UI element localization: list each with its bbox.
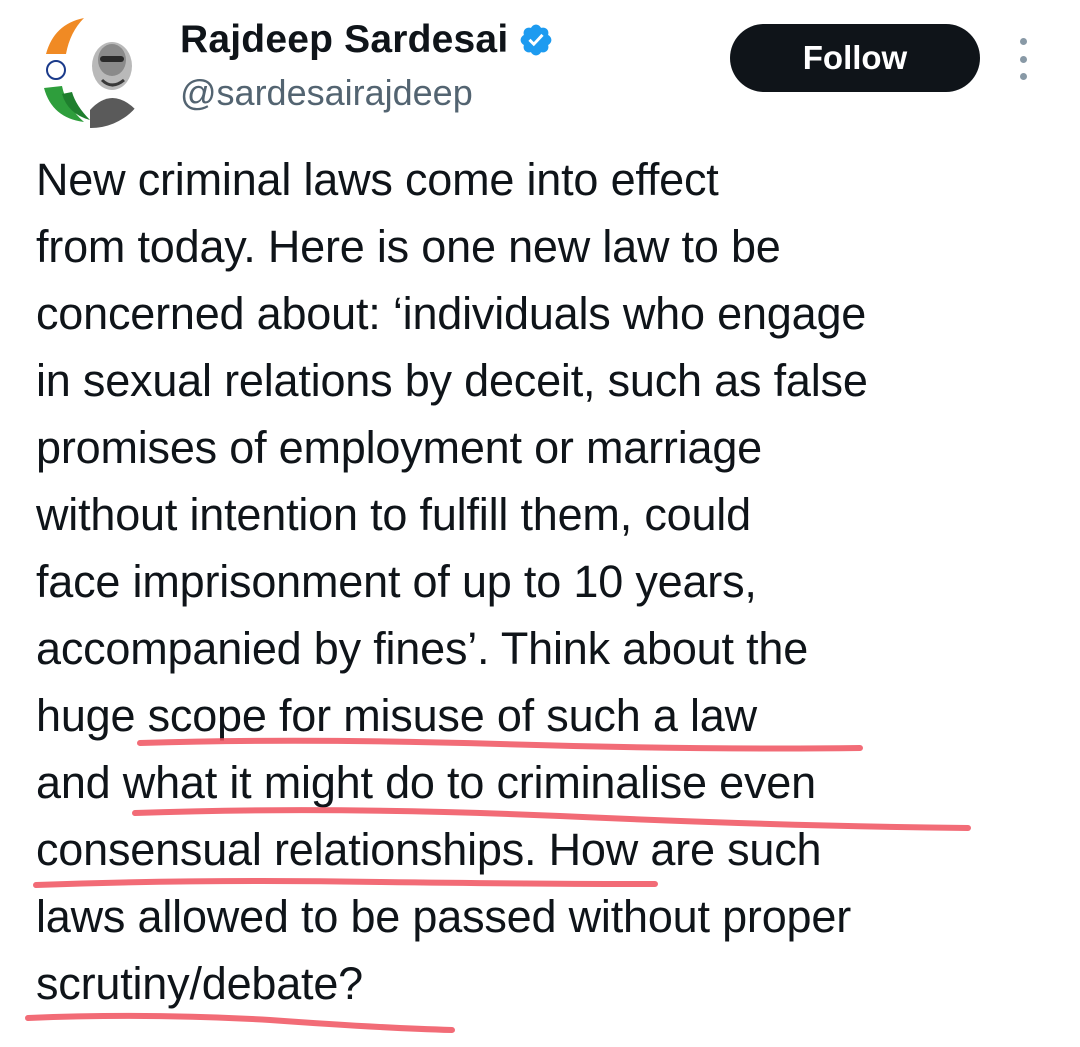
tweet-text-line: laws allowed to be passed without proper <box>36 891 851 942</box>
tweet-text-line: consensual relationships. How are such <box>36 824 822 875</box>
author-avatar[interactable] <box>32 10 150 128</box>
tweet-text-line: huge scope for misuse of such a law <box>36 690 757 741</box>
tweet-text-line: promises of employment or marriage <box>36 422 762 473</box>
avatar-image <box>32 10 150 128</box>
tweet-header: Rajdeep Sardesai @sardesairajdeep Follow <box>0 0 1080 140</box>
tweet-text-line: without intention to fulfill them, could <box>36 489 751 540</box>
tweet-text-line: New criminal laws come into effect <box>36 154 719 205</box>
tweet-text-line: scrutiny/debate? <box>36 958 364 1009</box>
tweet-text-line: and what it might do to criminalise even <box>36 757 816 808</box>
more-options-icon[interactable] <box>1008 38 1038 80</box>
underline-stroke <box>25 1012 455 1033</box>
tweet-text-line: concerned about: ‘individuals who engage <box>36 288 867 339</box>
tweet-text-line: accompanied by fines’. Think about the <box>36 623 809 674</box>
tweet-text-line: in sexual relations by deceit, such as f… <box>36 355 868 406</box>
tweet-text-line: from today. Here is one new law to be <box>36 221 781 272</box>
verified-badge-icon <box>518 22 554 58</box>
author-name-row: Rajdeep Sardesai <box>180 18 554 62</box>
follow-button[interactable]: Follow <box>730 24 980 92</box>
tweet-text-line: face imprisonment of up to 10 years, <box>36 556 757 607</box>
author-handle[interactable]: @sardesairajdeep <box>180 72 473 114</box>
tweet-body: New criminal laws come into effect from … <box>36 146 1066 1017</box>
author-display-name[interactable]: Rajdeep Sardesai <box>180 18 508 62</box>
